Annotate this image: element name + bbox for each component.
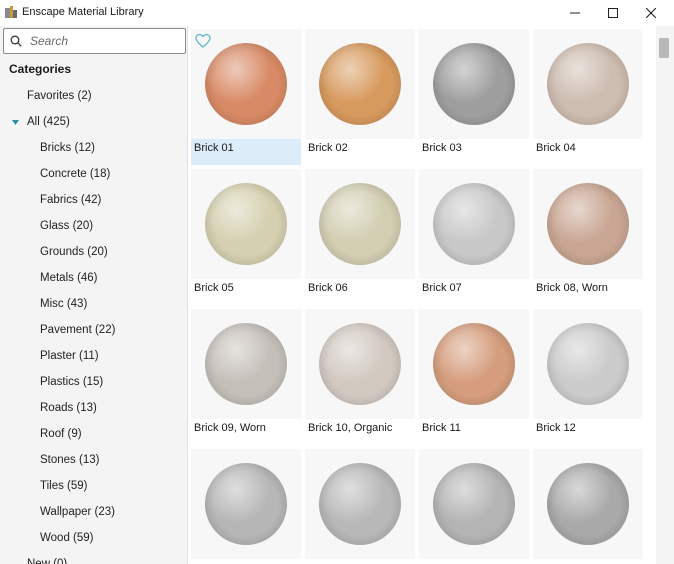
category-favorites[interactable]: Favorites (2) xyxy=(27,87,92,105)
search-box[interactable] xyxy=(3,28,186,54)
category-grounds[interactable]: Grounds (20) xyxy=(40,243,108,261)
material-name: Brick 02 xyxy=(308,142,348,154)
category-wood[interactable]: Wood (59) xyxy=(40,529,93,547)
categories-sidebar: Categories Favorites (2) All (425) Brick… xyxy=(0,26,188,564)
category-plastics[interactable]: Plastics (15) xyxy=(40,373,103,391)
material-preview-sphere xyxy=(319,463,401,545)
material-tile[interactable] xyxy=(305,449,415,564)
material-preview-sphere xyxy=(433,463,515,545)
material-preview-sphere xyxy=(319,323,401,405)
material-name: Brick 08, Worn xyxy=(536,282,608,294)
category-roads[interactable]: Roads (13) xyxy=(40,399,97,417)
material-tile[interactable] xyxy=(419,449,529,564)
material-thumbnail[interactable] xyxy=(305,169,415,279)
material-preview-sphere xyxy=(205,43,287,125)
category-metals[interactable]: Metals (46) xyxy=(40,269,98,287)
material-preview-sphere xyxy=(433,183,515,265)
material-tile[interactable] xyxy=(191,449,301,564)
material-thumbnail[interactable] xyxy=(191,169,301,279)
material-grid: Brick 01 Brick 02 Brick 03 Brick 04 Brick 05… xyxy=(190,26,655,564)
material-thumbnail[interactable] xyxy=(533,449,643,559)
category-fabrics[interactable]: Fabrics (42) xyxy=(40,191,101,209)
material-preview-sphere xyxy=(319,183,401,265)
material-tile[interactable]: Brick 05 xyxy=(191,169,301,305)
search-icon xyxy=(10,35,22,47)
category-new[interactable]: New (0) xyxy=(27,555,67,564)
material-tile[interactable]: Brick 08, Worn xyxy=(533,169,643,305)
material-tile[interactable] xyxy=(533,449,643,564)
material-thumbnail[interactable] xyxy=(305,449,415,559)
material-preview-sphere xyxy=(547,183,629,265)
search-input[interactable] xyxy=(30,32,180,50)
maximize-button[interactable] xyxy=(594,0,632,26)
category-pavement[interactable]: Pavement (22) xyxy=(40,321,115,339)
material-name: Brick 09, Worn xyxy=(194,422,266,434)
material-thumbnail[interactable] xyxy=(305,29,415,139)
material-thumbnail[interactable] xyxy=(419,169,529,279)
category-stones[interactable]: Stones (13) xyxy=(40,451,99,469)
material-tile[interactable]: Brick 10, Organic xyxy=(305,309,415,445)
material-tile[interactable]: Brick 12 xyxy=(533,309,643,445)
material-preview-sphere xyxy=(319,43,401,125)
material-name: Brick 06 xyxy=(308,282,348,294)
material-thumbnail[interactable] xyxy=(191,449,301,559)
category-plaster[interactable]: Plaster (11) xyxy=(40,347,99,365)
material-preview-sphere xyxy=(205,463,287,545)
material-preview-sphere xyxy=(205,183,287,265)
material-tile[interactable]: Brick 02 xyxy=(305,29,415,165)
material-tile[interactable]: Brick 09, Worn xyxy=(191,309,301,445)
material-tile[interactable]: Brick 07 xyxy=(419,169,529,305)
category-glass[interactable]: Glass (20) xyxy=(40,217,93,235)
category-tiles[interactable]: Tiles (59) xyxy=(40,477,88,495)
material-name: Brick 05 xyxy=(194,282,234,294)
material-thumbnail[interactable] xyxy=(191,309,301,419)
material-preview-sphere xyxy=(547,463,629,545)
material-tile[interactable]: Brick 01 xyxy=(191,29,301,165)
material-preview-sphere xyxy=(205,323,287,405)
categories-heading: Categories xyxy=(9,62,72,76)
material-name: Brick 03 xyxy=(422,142,462,154)
minimize-button[interactable] xyxy=(556,0,594,26)
category-bricks[interactable]: Bricks (12) xyxy=(40,139,95,157)
window-title: Enscape Material Library xyxy=(22,6,144,18)
category-concrete[interactable]: Concrete (18) xyxy=(40,165,110,183)
material-thumbnail[interactable] xyxy=(419,309,529,419)
material-thumbnail[interactable] xyxy=(419,449,529,559)
material-thumbnail[interactable] xyxy=(419,29,529,139)
material-name: Brick 01 xyxy=(194,142,234,154)
material-thumbnail[interactable] xyxy=(533,309,643,419)
category-misc[interactable]: Misc (43) xyxy=(40,295,87,313)
grid-scrollbar[interactable] xyxy=(656,26,674,564)
scroll-thumb[interactable] xyxy=(659,38,669,58)
material-tile[interactable]: Brick 11 xyxy=(419,309,529,445)
material-tile[interactable]: Brick 03 xyxy=(419,29,529,165)
material-preview-sphere xyxy=(547,323,629,405)
category-roof[interactable]: Roof (9) xyxy=(40,425,82,443)
material-tile[interactable]: Brick 06 xyxy=(305,169,415,305)
material-name: Brick 10, Organic xyxy=(308,422,393,434)
material-name: Brick 04 xyxy=(536,142,576,154)
close-button[interactable] xyxy=(632,0,670,26)
material-thumbnail[interactable] xyxy=(191,29,301,139)
chevron-down-icon[interactable] xyxy=(11,118,20,127)
material-thumbnail[interactable] xyxy=(305,309,415,419)
material-name: Brick 11 xyxy=(422,422,461,434)
title-bar: Enscape Material Library xyxy=(0,0,674,26)
close-icon xyxy=(646,8,656,18)
heart-icon[interactable] xyxy=(195,33,211,49)
material-name: Brick 07 xyxy=(422,282,462,294)
category-all[interactable]: All (425) xyxy=(27,113,70,131)
material-tile[interactable]: Brick 04 xyxy=(533,29,643,165)
app-logo-icon xyxy=(5,6,17,18)
material-preview-sphere xyxy=(433,323,515,405)
material-name: Brick 12 xyxy=(536,422,576,434)
minimize-icon xyxy=(570,12,580,14)
maximize-icon xyxy=(608,8,618,18)
material-thumbnail[interactable] xyxy=(533,169,643,279)
material-preview-sphere xyxy=(547,43,629,125)
category-wallpaper[interactable]: Wallpaper (23) xyxy=(40,503,115,521)
material-preview-sphere xyxy=(433,43,515,125)
material-thumbnail[interactable] xyxy=(533,29,643,139)
